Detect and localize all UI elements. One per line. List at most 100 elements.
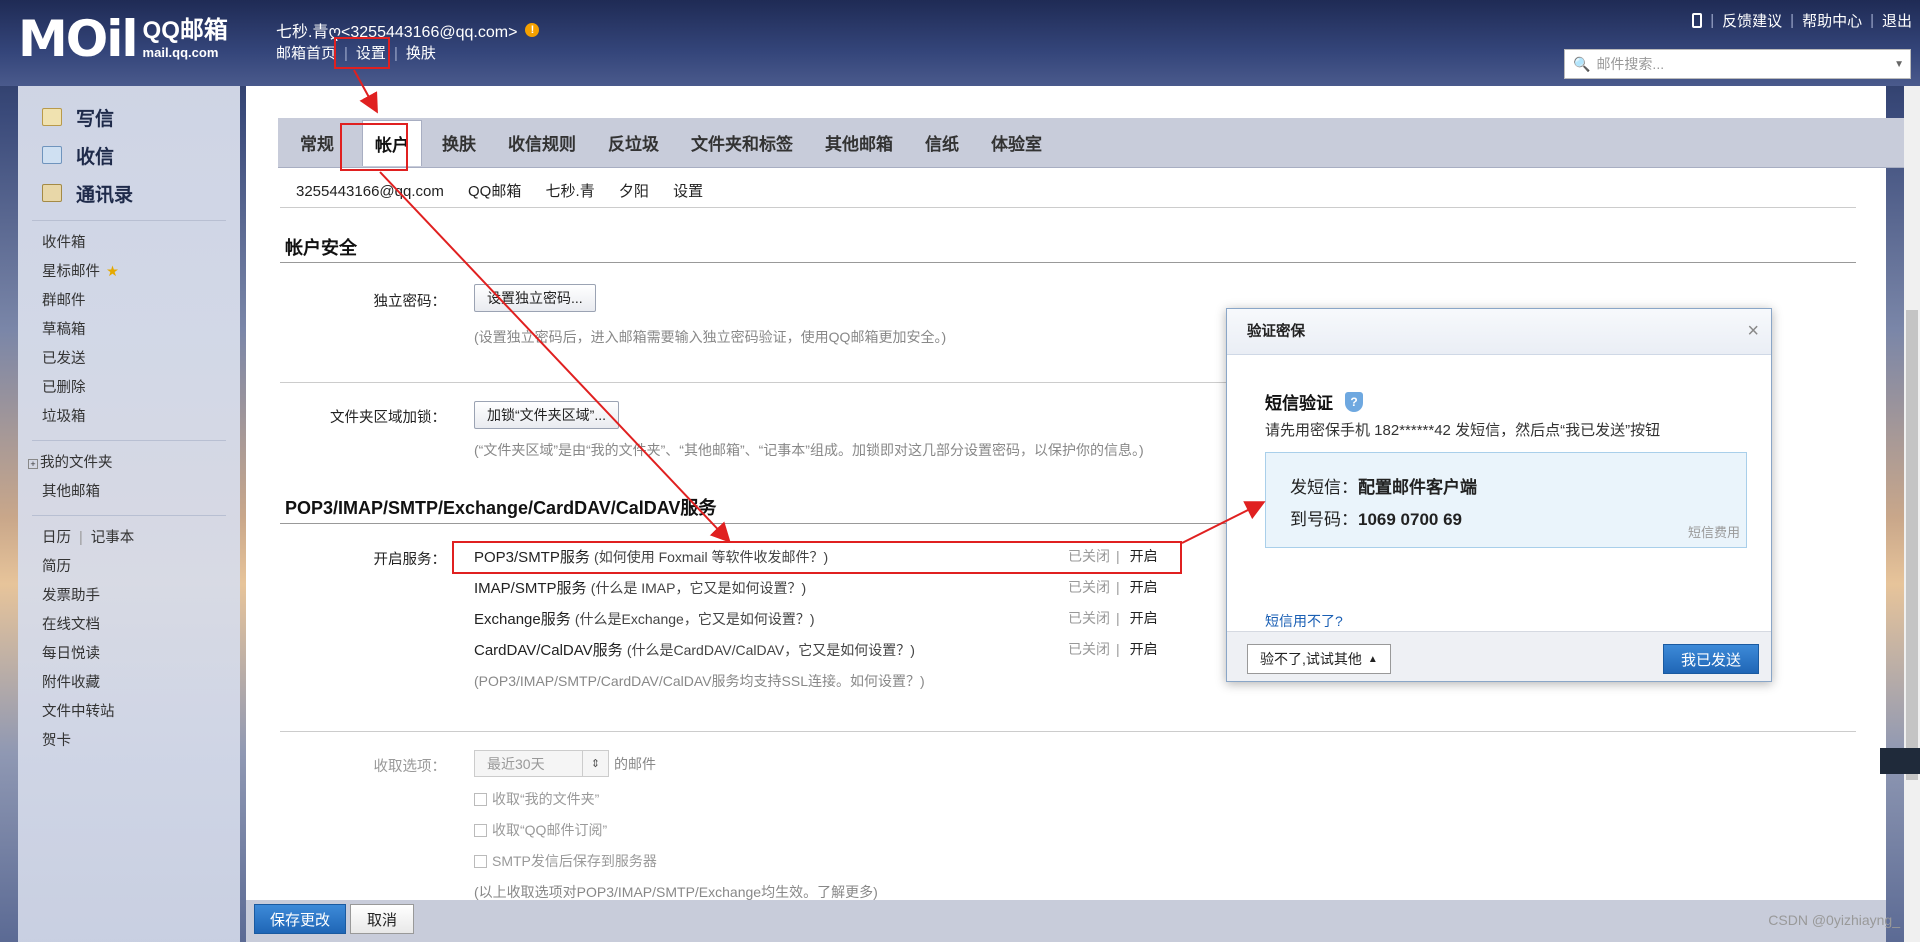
folder-deleted[interactable]: 已删除 [18, 374, 240, 403]
sms-info-box: 发短信：配置邮件客户端 到号码：1069 0700 69 短信费用 [1265, 452, 1747, 548]
tab-general[interactable]: 常规 [296, 122, 338, 163]
nav-home[interactable]: 邮箱首页 [276, 45, 336, 62]
close-icon[interactable]: × [1747, 321, 1759, 341]
tab-skin[interactable]: 换肤 [438, 122, 480, 163]
pwd-hint: (设置独立密码后，进入邮箱需要输入独立密码验证，使用QQ邮箱更加安全。) [474, 329, 947, 345]
save-button[interactable]: 保存更改 [254, 904, 346, 934]
help-link[interactable]: 帮助中心 [1802, 10, 1862, 31]
cancel-button[interactable]: 取消 [350, 904, 414, 934]
highlight-account-tab [340, 123, 408, 171]
inbox-button[interactable]: 收信 [18, 136, 240, 174]
notes-link[interactable]: 记事本 [91, 530, 135, 546]
tab-stationery[interactable]: 信纸 [921, 122, 963, 163]
verify-dialog: 验证密保 × 短信验证? 请先用密保手机 182******42 发短信，然后点… [1226, 308, 1772, 682]
mail-search-input[interactable]: 🔍 邮件搜索... ▼ [1564, 49, 1911, 79]
scrollbar-thumb[interactable] [1906, 310, 1918, 780]
exchange-state: 已关闭 | 开启 [1068, 610, 1158, 626]
account-settings-link[interactable]: 设置 [673, 183, 703, 200]
receive-my-folders-checkbox[interactable]: 收取“我的文件夹” [474, 789, 599, 809]
account-type: QQ邮箱 [468, 183, 522, 200]
tool-attachments[interactable]: 附件收藏 [18, 669, 240, 698]
pwd-label: 独立密码： [373, 294, 447, 310]
receive-note: (以上收取选项对POP3/IMAP/SMTP/Exchange均生效。了解更多) [474, 884, 878, 900]
receive-suffix: 的邮件 [614, 756, 656, 772]
imap-state: 已关闭 | 开启 [1068, 579, 1158, 595]
sms-fee-link[interactable]: 短信费用 [1688, 522, 1740, 541]
account-nickname: 七秒.青 [545, 183, 595, 200]
side-widget[interactable] [1880, 748, 1920, 774]
caret-up-icon: ▲ [1367, 653, 1378, 665]
lock-label: 文件夹区域加锁： [330, 410, 446, 426]
imap-help-link[interactable]: (什么是 IMAP，它又是如何设置？) [591, 580, 806, 596]
services-title: POP3/IMAP/SMTP/Exchange/CardDAV/CalDAV服务 [285, 498, 717, 518]
scrollbar[interactable] [1904, 86, 1920, 942]
tab-antispam[interactable]: 反垃圾 [604, 122, 663, 163]
lock-folders-button[interactable]: 加锁“文件夹区域”... [474, 401, 619, 429]
user-name: 七秒.青ღ<3255443166@qq.com> [276, 24, 518, 41]
ssl-hint[interactable]: (POP3/IMAP/SMTP/CardDAV/CalDAV服务均支持SSL连接… [474, 671, 925, 691]
tool-invoice[interactable]: 发票助手 [18, 582, 240, 611]
highlight-settings [334, 37, 390, 69]
folder-inbox[interactable]: 收件箱 [18, 229, 240, 258]
settings-tabs: 常规 帐户 换肤 收信规则 反垃圾 文件夹和标签 其他邮箱 信纸 体验室 [278, 118, 1920, 168]
smtp-save-checkbox[interactable]: SMTP发信后保存到服务器 [474, 851, 657, 871]
imap-enable-link[interactable]: 开启 [1130, 579, 1158, 595]
expand-icon[interactable]: + [28, 459, 38, 469]
calendar-link[interactable]: 日历 [42, 530, 71, 546]
phone-icon[interactable] [1692, 13, 1703, 28]
logo-domain: mail.qq.com [142, 45, 219, 60]
set-password-button[interactable]: 设置独立密码... [474, 284, 596, 312]
divider [32, 515, 226, 516]
tool-reading[interactable]: 每日悦读 [18, 640, 240, 669]
carddav-enable-link[interactable]: 开启 [1130, 641, 1158, 657]
dialog-footer: 验不了,试试其他 ▲ 我已发送 [1227, 631, 1771, 681]
tab-other-mail[interactable]: 其他邮箱 [821, 122, 897, 163]
tool-resume[interactable]: 简历 [18, 553, 240, 582]
service-imap: IMAP/SMTP服务 (什么是 IMAP，它又是如何设置？) [474, 580, 807, 597]
receive-range-select[interactable]: 最近30天 ⇕ [474, 750, 609, 777]
qq-mail-logo[interactable]: MOil QQ邮箱 mail.qq.com [18, 14, 228, 64]
my-folders[interactable]: + 我的文件夹 [18, 449, 240, 478]
sms-unavailable-link[interactable]: 短信用不了? [1265, 611, 1343, 631]
divider [280, 207, 1856, 208]
tool-transfer[interactable]: 文件中转站 [18, 698, 240, 727]
contacts-icon [42, 184, 62, 202]
folder-starred[interactable]: 星标邮件 ★ [18, 258, 240, 287]
tab-folders[interactable]: 文件夹和标签 [687, 122, 797, 163]
sms-number: 1069 0700 69 [1358, 510, 1462, 529]
service-carddav: CardDAV/CalDAV服务 (什么是CardDAV/CalDAV，它又是如… [474, 642, 915, 659]
folder-drafts[interactable]: 草稿箱 [18, 316, 240, 345]
contacts-button[interactable]: 通讯录 [18, 174, 240, 212]
folder-group[interactable]: 群邮件 [18, 287, 240, 316]
footer-bar [246, 900, 1886, 942]
feedback-link[interactable]: 反馈建议 [1722, 10, 1782, 31]
try-other-button[interactable]: 验不了,试试其他 ▲ [1247, 644, 1391, 674]
tool-docs[interactable]: 在线文档 [18, 611, 240, 640]
carddav-help-link[interactable]: (什么是CardDAV/CalDAV，它又是如何设置？) [627, 642, 915, 658]
logout-link[interactable]: 退出 [1882, 10, 1912, 31]
inbox-icon [42, 146, 62, 164]
carddav-state: 已关闭 | 开启 [1068, 641, 1158, 657]
exchange-help-link[interactable]: (什么是Exchange，它又是如何设置？) [575, 611, 815, 627]
search-icon: 🔍 [1573, 55, 1591, 72]
warning-icon[interactable]: ! [525, 23, 540, 37]
pencil-icon [42, 108, 62, 126]
exchange-enable-link[interactable]: 开启 [1130, 610, 1158, 626]
user-info: 七秒.青ღ<3255443166@qq.com> ! [276, 18, 540, 42]
chevron-down-icon[interactable]: ▼ [1894, 59, 1904, 70]
security-title: 帐户安全 [285, 238, 357, 258]
tab-lab[interactable]: 体验室 [987, 122, 1046, 163]
tab-rules[interactable]: 收信规则 [504, 122, 580, 163]
tool-cards[interactable]: 贺卡 [18, 727, 240, 756]
lock-hint: (“文件夹区域”是由“我的文件夹”、“其他邮箱”、“记事本”组成。加锁即对这几部… [474, 442, 1144, 458]
compose-button[interactable]: 写信 [18, 98, 240, 136]
account-row: 3255443166@qq.com QQ邮箱 七秒.青 夕阳 设置 [296, 180, 723, 201]
receive-subscription-checkbox[interactable]: 收取“QQ邮件订阅” [474, 820, 607, 840]
logo-name: QQ邮箱 [142, 17, 228, 44]
folder-spam[interactable]: 垃圾箱 [18, 403, 240, 432]
i-have-sent-button[interactable]: 我已发送 [1663, 644, 1759, 674]
divider [280, 262, 1856, 263]
other-mail[interactable]: 其他邮箱 [18, 478, 240, 507]
folder-sent[interactable]: 已发送 [18, 345, 240, 374]
nav-skin[interactable]: 换肤 [406, 45, 436, 62]
